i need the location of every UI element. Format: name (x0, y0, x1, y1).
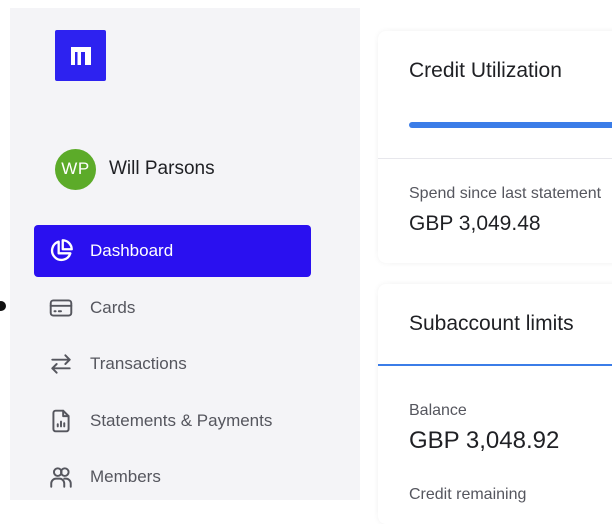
nav-label-dashboard: Dashboard (90, 241, 174, 260)
spend-since-last-statement-label: Spend since last statement (409, 185, 602, 202)
nav-label-transactions: Transactions (90, 354, 187, 373)
credit-remaining-label: Credit remaining (409, 486, 527, 503)
subaccount-limits-title: Subaccount limits (409, 312, 574, 335)
subaccount-limits-header-underline (378, 364, 612, 366)
card-divider (378, 158, 612, 159)
nav-item-transactions[interactable]: Transactions (34, 338, 311, 390)
users-icon (46, 462, 76, 492)
subaccount-limits-card: Subaccount limits Balance GBP 3,048.92 C… (378, 284, 612, 524)
avatar: WP (55, 148, 96, 190)
nav-label-cards: Cards (90, 297, 136, 317)
arrows-exchange-icon (46, 349, 76, 379)
spend-since-last-statement-value: GBP 3,049.48 (409, 212, 541, 235)
user-name: Will Parsons (109, 158, 215, 179)
nav-item-members[interactable]: Members (34, 451, 311, 503)
pie-chart-icon (46, 236, 76, 266)
edge-dot (0, 301, 6, 311)
credit-utilization-title: Credit Utilization (409, 59, 562, 82)
nav-label-members: Members (90, 467, 161, 486)
document-chart-icon (46, 406, 76, 436)
balance-value: GBP 3,048.92 (409, 427, 560, 454)
brand-logo-icon (70, 46, 91, 65)
credit-card-icon (46, 293, 76, 323)
nav-item-dashboard[interactable]: Dashboard (34, 225, 311, 277)
nav-item-cards[interactable]: Cards (34, 282, 311, 334)
nav-label-statements-payments: Statements & Payments (90, 410, 273, 430)
user-profile[interactable]: WP Will Parsons (55, 148, 215, 190)
credit-utilization-bar (409, 122, 612, 128)
nav-item-statements-payments[interactable]: Statements & Payments (34, 395, 311, 447)
avatar-initials: WP (61, 159, 90, 178)
brand-logo[interactable] (55, 30, 106, 81)
credit-utilization-card: Credit Utilization Spend since last stat… (378, 31, 612, 263)
sidebar: WP Will Parsons Dashboard Cards Transact… (10, 8, 360, 500)
balance-label: Balance (409, 402, 467, 419)
sidebar-nav: Dashboard Cards Transactions Statements … (34, 225, 311, 508)
